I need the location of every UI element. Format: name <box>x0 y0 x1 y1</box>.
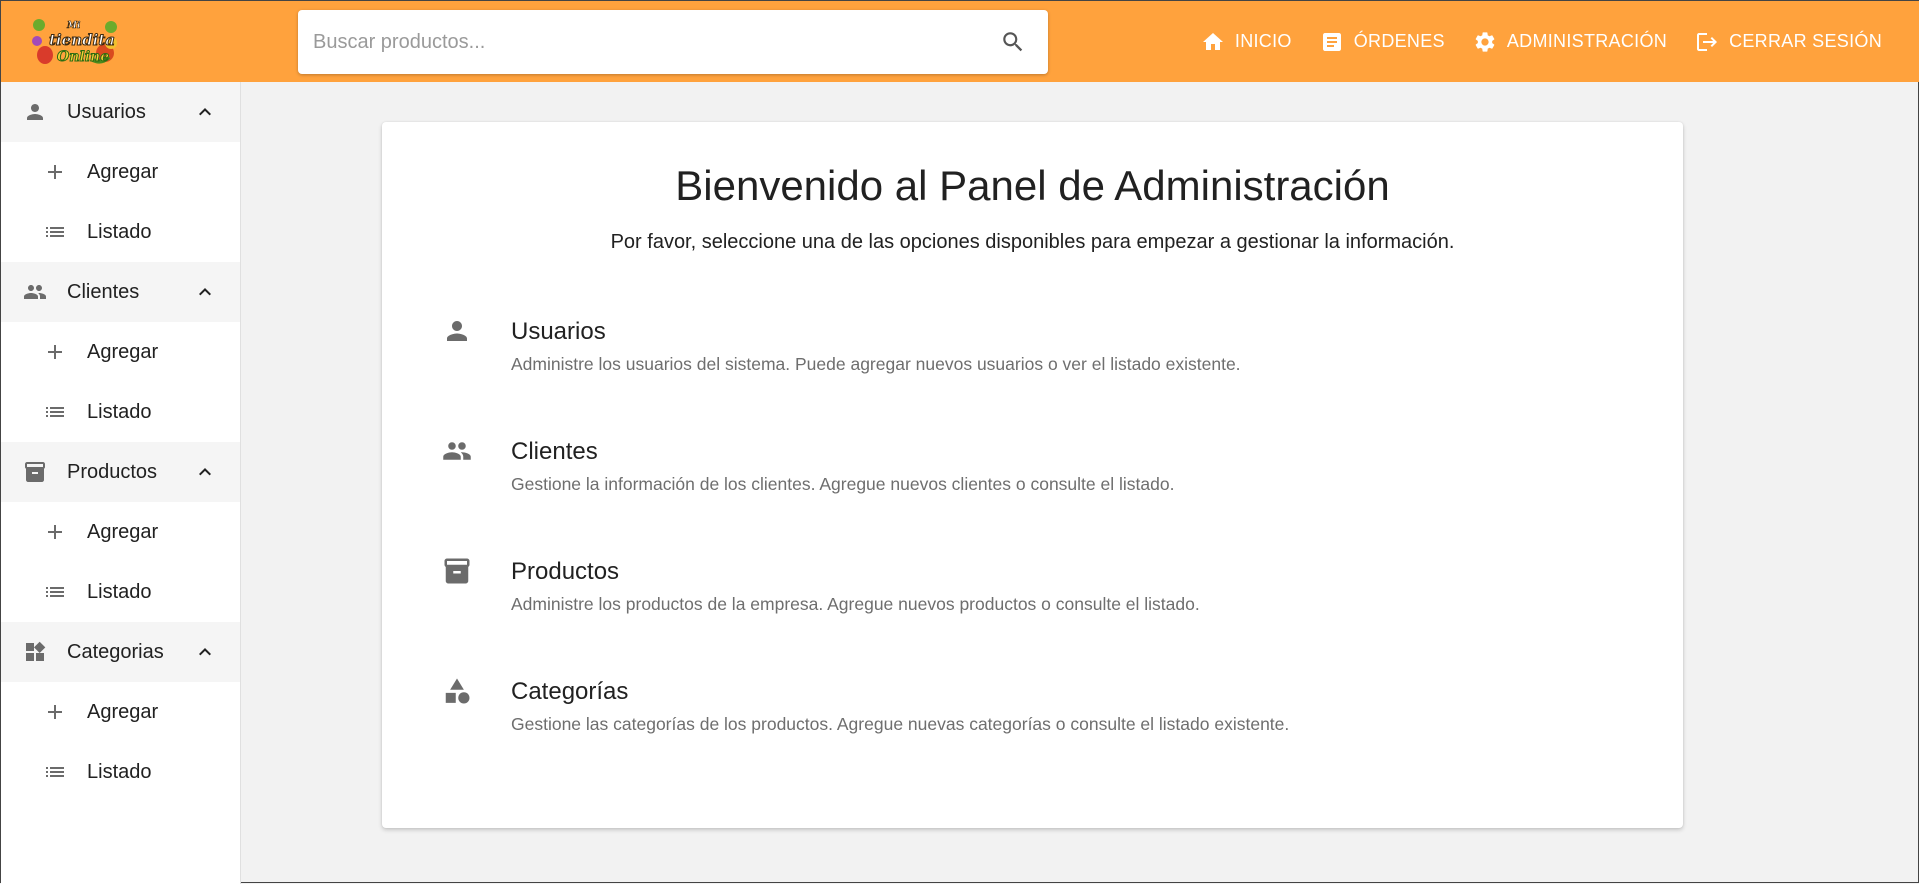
nav-inicio[interactable]: INICIO <box>1201 30 1292 54</box>
sidebar-group-productos[interactable]: Productos <box>1 442 240 502</box>
sidebar-item-usuarios-agregar[interactable]: Agregar <box>1 142 240 202</box>
svg-text:Online: Online <box>57 49 109 65</box>
archive-icon <box>444 558 470 584</box>
nav-label: INICIO <box>1234 31 1292 51</box>
option-usuarios: Usuarios Administre los usuarios del sis… <box>382 316 1683 416</box>
chevron-up-icon[interactable] <box>193 460 217 484</box>
person-icon <box>447 321 467 341</box>
sidebar-item-label: Listado <box>87 580 152 603</box>
sidebar-group-clientes[interactable]: Clientes <box>1 262 240 322</box>
option-title: Usuarios <box>511 318 606 345</box>
sidebar-group-categorias[interactable]: Categorias <box>1 622 240 682</box>
gear-icon <box>1475 31 1495 52</box>
search-icon[interactable] <box>998 27 1028 57</box>
sidebar-item-productos-listado[interactable]: Listado <box>1 562 240 622</box>
sidebar-item-label: Agregar <box>87 520 159 543</box>
sidebar-item-categorias-listado[interactable]: Listado <box>1 742 240 802</box>
sidebar-item-label: Listado <box>87 760 152 783</box>
sidebar: Usuarios Agregar Listado Clientes Agrega… <box>1 82 241 884</box>
sidebar-item-productos-agregar[interactable]: Agregar <box>1 502 240 562</box>
list-icon <box>46 587 64 597</box>
search-bar <box>298 10 1048 74</box>
search-input[interactable] <box>298 10 998 74</box>
option-description: Gestione la información de los clientes.… <box>511 474 1175 494</box>
list-icon <box>46 227 64 237</box>
top-nav: INICIO ÓRDENES ADMINISTRACIÓN CERRAR SES… <box>1173 1 1882 82</box>
plus-icon <box>48 345 62 359</box>
person-icon <box>27 104 43 120</box>
option-title: Clientes <box>511 438 598 465</box>
nav-cerrar-sesion[interactable]: CERRAR SESIÓN <box>1695 30 1882 54</box>
list-icon <box>46 767 64 777</box>
option-categorias: Categorías Gestione las categorías de lo… <box>382 676 1683 776</box>
option-description: Gestione las categorías de los productos… <box>511 714 1290 734</box>
sidebar-item-label: Listado <box>87 400 152 423</box>
svg-text:tiendita: tiendita <box>49 31 115 49</box>
sidebar-item-clientes-listado[interactable]: Listado <box>1 382 240 442</box>
list-icon <box>46 407 64 417</box>
sidebar-item-label: Agregar <box>87 160 159 183</box>
sidebar-group-label: Categorias <box>67 640 164 663</box>
plus-icon <box>48 525 62 539</box>
nav-label: ADMINISTRACIÓN <box>1506 31 1668 51</box>
sidebar-group-label: Usuarios <box>67 100 146 123</box>
sidebar-item-label: Agregar <box>87 340 159 363</box>
nav-label: CERRAR SESIÓN <box>1729 31 1882 51</box>
option-title: Categorías <box>511 678 629 705</box>
sidebar-item-categorias-agregar[interactable]: Agregar <box>1 682 240 742</box>
sidebar-item-label: Agregar <box>87 700 159 723</box>
people-icon <box>24 285 46 299</box>
option-productos: Productos Administre los productos de la… <box>382 556 1683 656</box>
sidebar-group-label: Productos <box>67 460 158 483</box>
plus-icon <box>48 165 62 179</box>
option-description: Administre los usuarios del sistema. Pue… <box>511 354 1241 374</box>
chevron-up-icon[interactable] <box>193 100 217 124</box>
plus-icon <box>48 705 62 719</box>
home-icon <box>1202 32 1223 50</box>
nav-ordenes[interactable]: ÓRDENES <box>1320 30 1445 54</box>
sidebar-item-label: Listado <box>87 220 152 243</box>
top-app-bar: Mi tiendita Online INICIO ÓRDENES ADMINI… <box>1 1 1919 82</box>
nav-administracion[interactable]: ADMINISTRACIÓN <box>1473 30 1667 54</box>
archive-icon <box>25 462 45 482</box>
logout-icon <box>1697 32 1718 51</box>
receipt-icon <box>1322 32 1341 51</box>
widgets-icon <box>26 641 46 661</box>
admin-panel-card: Bienvenido al Panel de Administración Po… <box>382 122 1683 828</box>
nav-label: ÓRDENES <box>1353 31 1445 51</box>
page-title: Bienvenido al Panel de Administración <box>675 162 1390 209</box>
people-icon <box>443 442 471 460</box>
category-icon <box>445 678 470 704</box>
sidebar-item-usuarios-listado[interactable]: Listado <box>1 202 240 262</box>
sidebar-group-label: Clientes <box>67 280 140 303</box>
sidebar-item-clientes-agregar[interactable]: Agregar <box>1 322 240 382</box>
svg-text:Mi: Mi <box>66 21 81 31</box>
chevron-up-icon[interactable] <box>193 280 217 304</box>
option-description: Administre los productos de la empresa. … <box>511 594 1200 614</box>
page-subtitle: Por favor, seleccione una de las opcione… <box>610 231 1455 253</box>
tiendita-online-logo[interactable]: Mi tiendita Online <box>31 15 119 67</box>
chevron-up-icon[interactable] <box>193 640 217 664</box>
option-clientes: Clientes Gestione la información de los … <box>382 436 1683 536</box>
option-title: Productos <box>511 558 620 585</box>
sidebar-group-usuarios[interactable]: Usuarios <box>1 82 240 142</box>
